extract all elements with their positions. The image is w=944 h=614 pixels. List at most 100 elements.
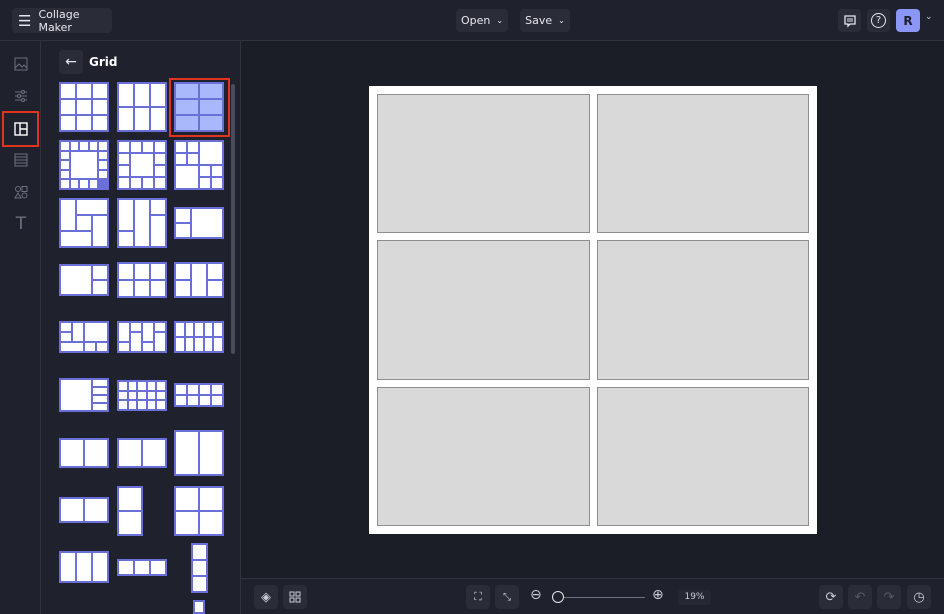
layout-thumbnail[interactable] <box>174 140 224 190</box>
layout-thumbnail[interactable] <box>191 543 208 593</box>
layout-cell <box>188 142 198 152</box>
layout-cell <box>93 100 107 114</box>
layout-cell <box>188 385 198 394</box>
layout-thumbnail[interactable] <box>117 321 167 353</box>
layout-cell <box>119 281 133 296</box>
layout-cell <box>195 323 203 336</box>
layout-thumbnail[interactable] <box>59 438 109 468</box>
layout-thumbnail[interactable] <box>117 438 167 468</box>
layout-cell <box>119 343 129 351</box>
layout-cell <box>151 216 165 246</box>
layout-thumbnail[interactable] <box>59 321 109 353</box>
avatar[interactable]: R <box>896 9 920 32</box>
backgrounds-icon[interactable] <box>6 145 36 175</box>
app-title: Collage Maker <box>38 7 80 34</box>
layout-cell <box>61 323 71 331</box>
layout-cell <box>93 404 107 410</box>
layout-thumbnail[interactable] <box>117 559 167 576</box>
layout-thumbnail[interactable] <box>174 321 224 353</box>
layout-cell <box>93 84 107 98</box>
layers-button[interactable]: ◈ <box>254 585 278 609</box>
help-button[interactable]: ? <box>867 9 890 32</box>
layout-cell <box>119 440 141 466</box>
layout-cell <box>214 323 222 336</box>
layout-thumbnail[interactable] <box>59 497 109 523</box>
zoom-in-icon[interactable]: ⊕ <box>652 587 664 603</box>
layout-thumbnail[interactable] <box>174 486 224 536</box>
layout-cell <box>143 142 153 152</box>
layout-cell <box>193 561 206 575</box>
comments-button[interactable] <box>838 9 861 32</box>
photo-slot[interactable] <box>596 386 809 526</box>
zoom-value[interactable]: 19% <box>678 590 711 605</box>
panel-scrollbar[interactable] <box>231 84 235 354</box>
layout-cell <box>151 200 165 214</box>
layout-cell <box>176 264 190 279</box>
layout-thumbnail[interactable] <box>193 600 205 614</box>
refresh-button[interactable]: ⟳ <box>819 585 843 609</box>
menu-button[interactable]: ☰ Collage Maker <box>12 7 112 34</box>
undo-icon: ↶ <box>854 589 866 605</box>
layout-thumbnail[interactable] <box>174 383 224 407</box>
layout-cell <box>99 142 107 150</box>
layout-thumbnail[interactable] <box>117 262 167 298</box>
redo-button[interactable]: ↷ <box>877 585 901 609</box>
collage-canvas[interactable] <box>369 86 817 534</box>
layout-cell <box>131 178 141 188</box>
layout-cell <box>176 281 190 296</box>
layout-cell <box>176 385 186 394</box>
layout-cell <box>195 338 203 351</box>
layout-cell <box>176 488 198 510</box>
layout-cell <box>157 391 165 400</box>
photo-slot[interactable] <box>377 94 590 234</box>
layout-thumbnail[interactable] <box>59 198 109 248</box>
layout-icon[interactable] <box>2 111 39 147</box>
shrink-button[interactable]: ⤡ <box>495 585 519 609</box>
photo-slot[interactable] <box>596 240 809 380</box>
shapes-icon[interactable] <box>6 177 36 207</box>
layout-cell <box>61 180 69 188</box>
layout-cell <box>131 154 153 176</box>
layout-thumbnail[interactable] <box>117 486 143 536</box>
save-button[interactable]: Save ⌄ <box>520 9 570 32</box>
layout-thumbnail[interactable] <box>59 82 109 132</box>
layout-thumbnail[interactable] <box>59 551 109 583</box>
photo-slot[interactable] <box>377 386 590 526</box>
layout-thumbnail[interactable] <box>174 430 224 476</box>
zoom-out-icon[interactable]: ⊖ <box>530 587 542 603</box>
zoom-slider-handle[interactable] <box>551 591 564 603</box>
layout-cell <box>143 440 165 466</box>
adjustments-icon[interactable] <box>6 81 36 111</box>
layout-thumbnail[interactable] <box>59 264 109 296</box>
chevron-down-icon: ⌄ <box>558 16 565 25</box>
chevron-down-icon[interactable]: ⌄ <box>925 12 933 22</box>
text-icon[interactable]: T <box>6 209 36 239</box>
layout-cell <box>135 108 149 130</box>
layout-cell <box>61 266 91 294</box>
layout-thumbnail[interactable] <box>117 198 167 248</box>
layout-cell <box>77 200 107 214</box>
layout-thumbnail[interactable] <box>174 262 224 298</box>
fit-screen-button[interactable]: ⛶ <box>466 585 490 609</box>
layout-cell <box>176 224 190 237</box>
undo-button[interactable]: ↶ <box>848 585 872 609</box>
layout-thumbnail[interactable] <box>117 380 167 411</box>
layout-cell <box>212 166 222 176</box>
refresh-icon: ⟳ <box>825 589 837 605</box>
layout-thumbnail[interactable] <box>117 82 167 132</box>
layout-thumbnail[interactable] <box>59 140 109 190</box>
layout-thumbnail[interactable] <box>117 140 167 190</box>
layout-cell <box>195 602 203 612</box>
back-button[interactable]: ← <box>59 50 83 74</box>
zoom-slider[interactable] <box>551 591 645 603</box>
layout-thumbnail[interactable] <box>59 378 109 412</box>
open-button[interactable]: Open ⌄ <box>456 9 508 32</box>
photos-icon[interactable] <box>6 49 36 79</box>
grid-view-button[interactable] <box>283 585 307 609</box>
history-button[interactable]: ◷ <box>907 585 931 609</box>
layout-cell <box>212 396 222 405</box>
photo-slot[interactable] <box>596 94 809 234</box>
photo-slot[interactable] <box>377 240 590 380</box>
layout-cell <box>188 154 198 164</box>
layout-thumbnail[interactable] <box>174 207 224 239</box>
